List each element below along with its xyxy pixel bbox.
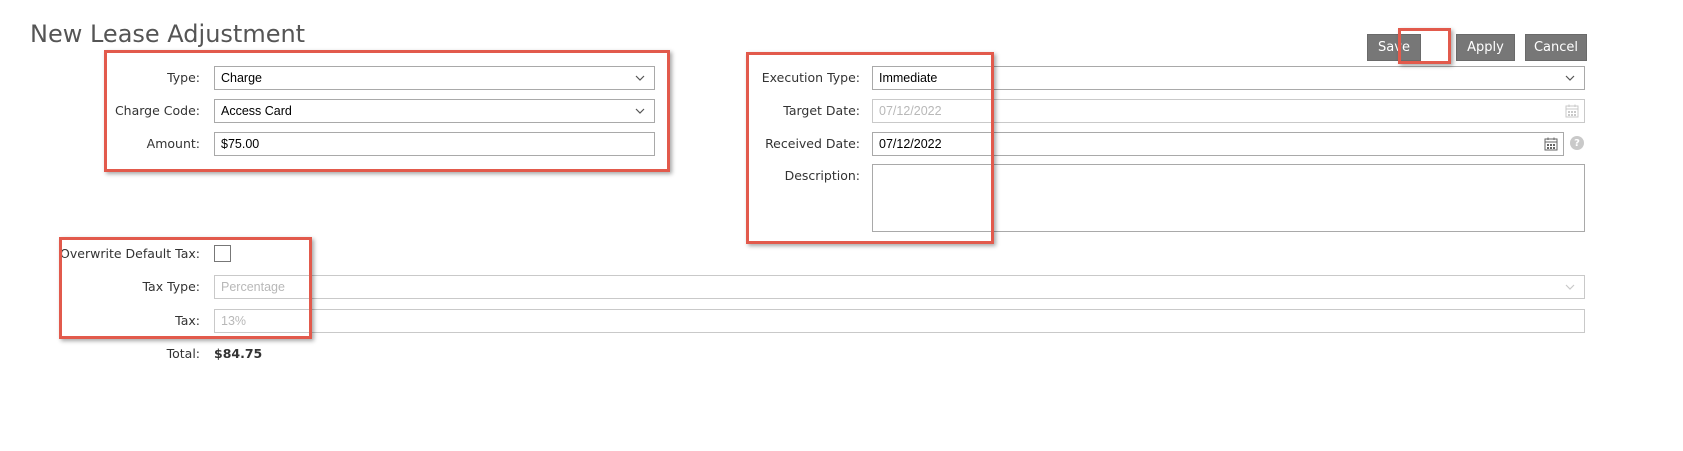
- chevron-down-icon: [635, 108, 645, 114]
- amount-value: $75.00: [221, 137, 260, 151]
- page-title: New Lease Adjustment: [30, 20, 306, 48]
- overwrite-default-tax-checkbox[interactable]: [214, 245, 231, 262]
- execution-type-value: Immediate: [879, 71, 938, 85]
- type-value: Charge: [221, 71, 262, 85]
- save-button[interactable]: Save: [1367, 34, 1421, 61]
- tax-type-select: Percentage: [214, 275, 1585, 299]
- charge-code-select[interactable]: Access Card: [214, 99, 655, 123]
- type-select[interactable]: Charge: [214, 66, 655, 90]
- overwrite-default-tax-label: Overwrite Default Tax:: [60, 246, 200, 261]
- calendar-icon: [1565, 104, 1579, 118]
- target-date-input: 07/12/2022: [872, 99, 1585, 123]
- charge-code-label: Charge Code:: [114, 103, 200, 118]
- apply-button[interactable]: Apply: [1456, 34, 1515, 61]
- total-value: $84.75: [214, 346, 263, 361]
- execution-type-label: Execution Type:: [761, 70, 860, 85]
- tax-type-value: Percentage: [221, 280, 285, 294]
- help-icon[interactable]: ?: [1570, 136, 1584, 150]
- tax-value: 13%: [221, 314, 247, 328]
- total-label: Total:: [166, 346, 200, 361]
- execution-type-select[interactable]: Immediate: [872, 66, 1585, 90]
- chevron-down-icon: [1565, 284, 1575, 290]
- amount-label: Amount:: [146, 136, 200, 151]
- tax-label: Tax:: [175, 313, 200, 328]
- description-label: Description:: [784, 168, 860, 183]
- received-date-value: 07/12/2022: [879, 137, 942, 151]
- calendar-icon[interactable]: [1544, 137, 1558, 151]
- target-date-value: 07/12/2022: [879, 104, 942, 118]
- target-date-label: Target Date:: [783, 103, 860, 118]
- received-date-input[interactable]: 07/12/2022: [872, 132, 1564, 156]
- cancel-button[interactable]: Cancel: [1525, 34, 1587, 61]
- tax-type-label: Tax Type:: [142, 279, 200, 294]
- tax-input: 13%: [214, 309, 1585, 333]
- description-textarea[interactable]: [872, 164, 1585, 232]
- received-date-label: Received Date:: [765, 136, 860, 151]
- charge-code-value: Access Card: [221, 104, 292, 118]
- chevron-down-icon: [635, 75, 645, 81]
- chevron-down-icon: [1565, 75, 1575, 81]
- type-label: Type:: [167, 70, 200, 85]
- amount-input[interactable]: $75.00: [214, 132, 655, 156]
